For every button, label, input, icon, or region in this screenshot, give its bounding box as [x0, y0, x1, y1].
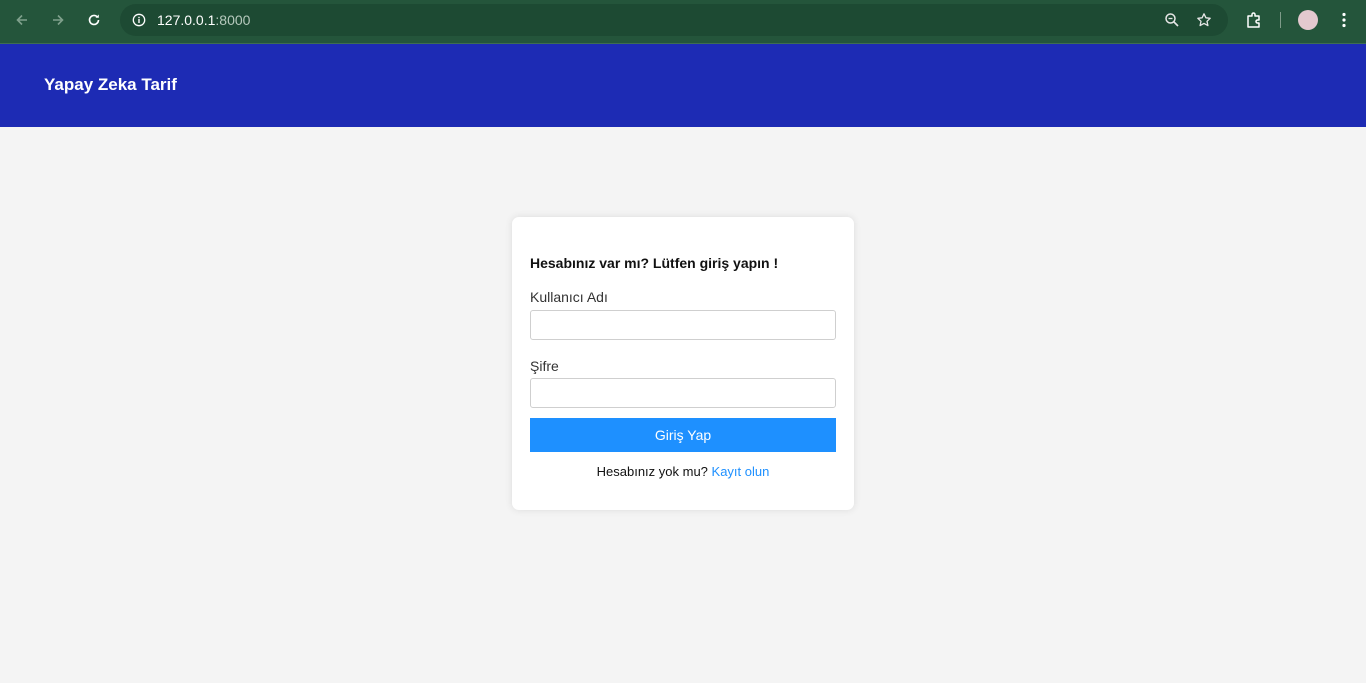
- reload-button[interactable]: [80, 8, 108, 32]
- zoom-icon: [1165, 13, 1179, 27]
- site-brand[interactable]: Yapay Zeka Tarif: [44, 75, 177, 95]
- url-text[interactable]: 127.0.0.1:8000: [157, 12, 250, 28]
- extensions-button[interactable]: [1244, 10, 1264, 30]
- site-info-icon: [132, 13, 146, 27]
- login-button[interactable]: Giriş Yap: [530, 418, 836, 452]
- username-label: Kullanıcı Adı: [530, 289, 608, 305]
- kebab-menu-icon: [1342, 12, 1346, 28]
- reload-icon: [88, 14, 100, 26]
- bookmark-button[interactable]: [1194, 10, 1214, 30]
- login-card: Hesabınız var mı? Lütfen giriş yapın ! K…: [512, 217, 854, 510]
- forward-button[interactable]: [44, 8, 72, 32]
- no-account-text: Hesabınız yok mu?: [596, 464, 708, 479]
- back-arrow-icon: [16, 14, 27, 26]
- site-info-button[interactable]: [128, 9, 150, 31]
- zoom-button[interactable]: [1162, 10, 1182, 30]
- url-port: :8000: [215, 12, 251, 28]
- address-bar[interactable]: 127.0.0.1:8000: [120, 4, 1228, 36]
- register-prompt: Hesabınız yok mu? Kayıt olun: [512, 464, 854, 479]
- forward-arrow-icon: [53, 14, 64, 26]
- profile-avatar[interactable]: [1298, 10, 1318, 30]
- register-link[interactable]: Kayıt olun: [712, 464, 770, 479]
- username-input[interactable]: [530, 310, 836, 340]
- browser-toolbar: 127.0.0.1:8000: [0, 0, 1366, 44]
- password-label: Şifre: [530, 358, 559, 374]
- url-host: 127.0.0.1: [157, 12, 216, 28]
- back-button[interactable]: [8, 8, 36, 32]
- site-header: Yapay Zeka Tarif: [0, 44, 1366, 127]
- bookmark-star-icon: [1197, 13, 1211, 27]
- login-heading: Hesabınız var mı? Lütfen giriş yapın !: [530, 255, 779, 271]
- toolbar-divider: [1280, 12, 1281, 28]
- password-input[interactable]: [530, 378, 836, 408]
- browser-menu-button[interactable]: [1334, 10, 1354, 30]
- extensions-icon: [1247, 12, 1260, 28]
